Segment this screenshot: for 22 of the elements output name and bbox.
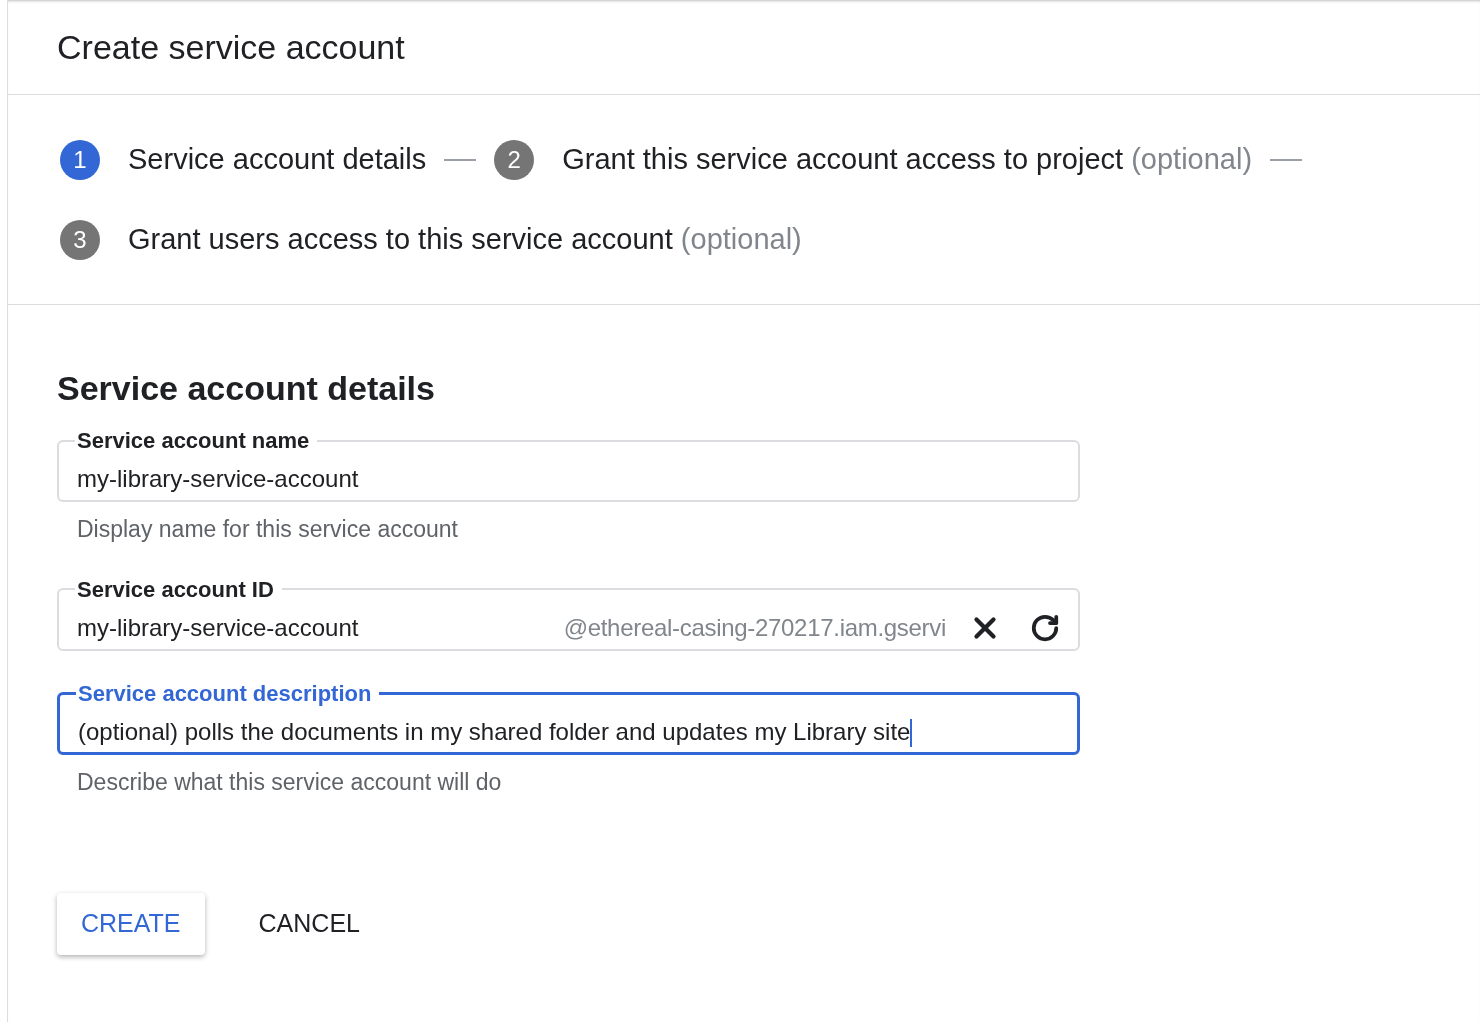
section-heading: Service account details bbox=[57, 368, 436, 409]
step-number-badge: 1 bbox=[60, 139, 100, 180]
field-label: Service account name bbox=[76, 427, 311, 455]
field-value: (optional) polls the documents in my shared folder and updates my Library site bbox=[78, 713, 913, 750]
field-value: my-library-service-account bbox=[77, 464, 359, 494]
step-label: Service account details bbox=[128, 141, 427, 177]
field-value: my-library-service-account bbox=[77, 612, 359, 643]
cancel-button[interactable]: CANCEL bbox=[234, 893, 384, 955]
page-title: Create service account bbox=[57, 26, 405, 68]
field-hint: Display name for this service account bbox=[77, 515, 459, 544]
field-label: Service account ID bbox=[76, 575, 275, 604]
step-connector bbox=[1270, 158, 1303, 161]
step-connector bbox=[444, 158, 477, 161]
refresh-icon[interactable] bbox=[1030, 612, 1060, 643]
field-label: Service account description bbox=[77, 679, 373, 708]
step-label: Grant users access to this service account (optional) bbox=[128, 221, 802, 257]
email-suffix: @ethereal-casing-270217.iam.gservi bbox=[563, 612, 946, 643]
step-number-badge: 2 bbox=[494, 139, 535, 180]
step-label: Grant this service account access to project (optional) bbox=[562, 141, 1253, 177]
step-number-badge: 3 bbox=[60, 219, 100, 260]
field-hint: Describe what this service account will do bbox=[77, 767, 503, 797]
create-button[interactable]: CREATE bbox=[57, 893, 205, 955]
